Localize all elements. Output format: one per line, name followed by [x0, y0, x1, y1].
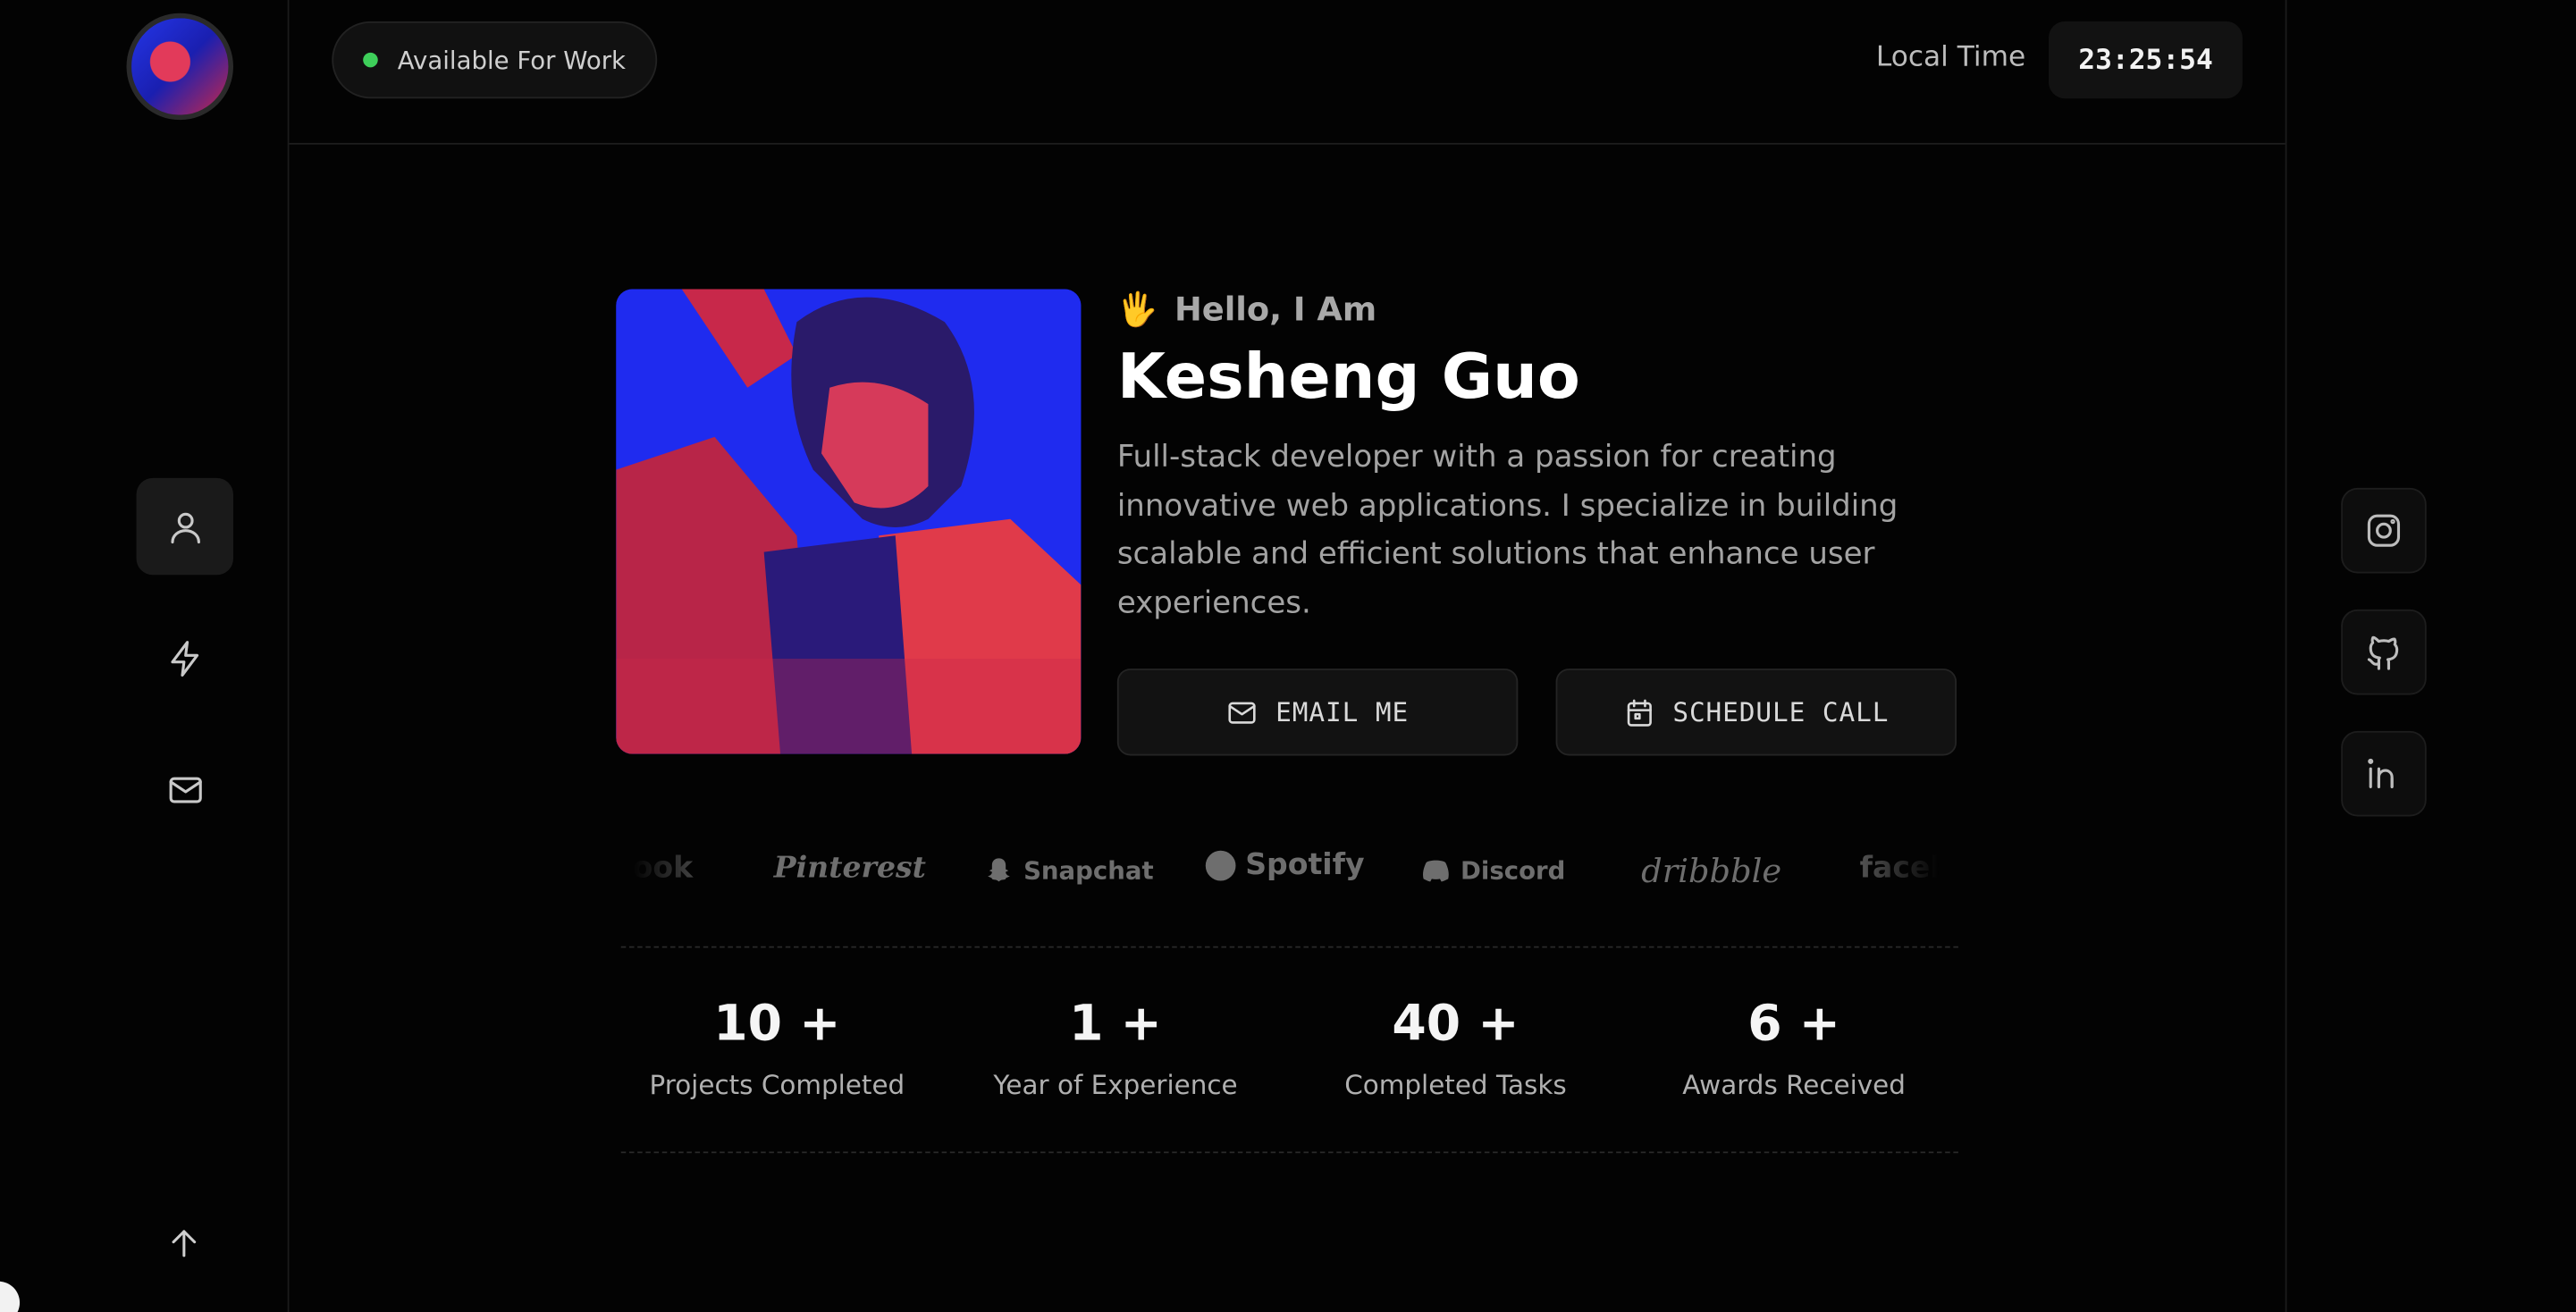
stat-experience: 1 + Year of Experience	[951, 996, 1280, 1101]
availability-badge: Available For Work	[332, 21, 657, 99]
linkedin-icon	[2368, 758, 2394, 788]
instagram-icon	[2367, 514, 2401, 547]
logo-discord: Discord	[1419, 854, 1565, 887]
spotify-icon	[1205, 849, 1236, 880]
scroll-top-button[interactable]	[156, 1215, 212, 1271]
github-link[interactable]	[2341, 609, 2427, 695]
stats-divider-top	[620, 946, 1958, 948]
nav-skills-button[interactable]	[137, 610, 233, 706]
local-time-label: Local Time	[1875, 40, 2026, 74]
logo-snapchat: Snapchat	[982, 854, 1154, 887]
avatar[interactable]	[126, 13, 233, 121]
nav-contact-button[interactable]	[137, 741, 233, 837]
logo-dribbble: dribbble	[1641, 851, 1782, 891]
local-time-value: 23:25:54	[2049, 21, 2243, 99]
calendar-icon	[1627, 698, 1653, 726]
stat-tasks: 40 + Completed Tasks	[1292, 996, 1621, 1101]
stat-value: 40 +	[1392, 995, 1520, 1054]
stats-divider-bottom	[620, 1151, 1958, 1154]
stat-label: Year of Experience	[993, 1069, 1238, 1101]
logo-facebook-partial: ook	[632, 851, 694, 886]
logo-discord-label: Discord	[1460, 855, 1566, 886]
logo-pinterest: Pinterest	[773, 851, 926, 886]
stat-value: 10 +	[713, 995, 841, 1054]
availability-label: Available For Work	[397, 45, 627, 75]
github-icon	[2367, 635, 2399, 670]
stat-value: 6 +	[1747, 995, 1840, 1054]
greeting-text: Hello, I Am	[1174, 289, 1377, 329]
stat-label: Completed Tasks	[1344, 1069, 1567, 1101]
lightning-icon	[170, 640, 198, 677]
arrow-up-icon	[172, 1230, 197, 1257]
bio-text: Full-stack developer with a passion for …	[1116, 440, 1898, 620]
wave-hand-icon: 🖐	[1116, 289, 1158, 329]
nav-about-button[interactable]	[136, 477, 233, 576]
stat-value: 1 +	[1069, 995, 1162, 1054]
mail-icon	[1229, 701, 1257, 723]
left-sidebar	[0, 0, 290, 1312]
name-heading: Kesheng Guo	[1116, 340, 1580, 413]
corner-badge[interactable]	[0, 1281, 21, 1312]
stat-label: Projects Completed	[649, 1069, 905, 1101]
linkedin-link[interactable]	[2341, 730, 2427, 817]
page: Available For Work Local Time 23:25:54 🖐…	[0, 0, 2576, 1312]
stat-projects: 10 + Projects Completed	[613, 996, 942, 1101]
right-sidebar	[2285, 0, 2576, 1312]
stat-awards: 6 + Awards Received	[1629, 996, 1958, 1101]
schedule-call-button[interactable]: SCHEDULE CALL	[1555, 669, 1957, 756]
greeting: 🖐 Hello, I Am	[1117, 289, 1376, 328]
logo-spotify: Spotify	[1204, 847, 1365, 883]
discord-icon	[1423, 860, 1449, 882]
instagram-link[interactable]	[2341, 487, 2427, 574]
profile-illustration	[616, 289, 1082, 754]
stat-label: Awards Received	[1682, 1069, 1906, 1101]
status-dot-icon	[363, 52, 378, 68]
user-icon	[170, 511, 200, 543]
snapchat-icon	[988, 858, 1010, 882]
logo-marquee: ook Pinterest Snapchat Spotify Discord d…	[633, 837, 1939, 904]
logo-facebook: faceb	[1859, 851, 1939, 886]
schedule-call-label: SCHEDULE CALL	[1672, 696, 1890, 728]
email-me-button[interactable]: EMAIL ME	[1116, 669, 1519, 756]
mail-icon	[168, 776, 201, 803]
top-bar: Available For Work Local Time 23:25:54	[289, 0, 2286, 145]
email-me-label: EMAIL ME	[1275, 696, 1410, 728]
logo-spotify-label: Spotify	[1245, 847, 1365, 883]
logo-snapchat-label: Snapchat	[1023, 855, 1154, 886]
